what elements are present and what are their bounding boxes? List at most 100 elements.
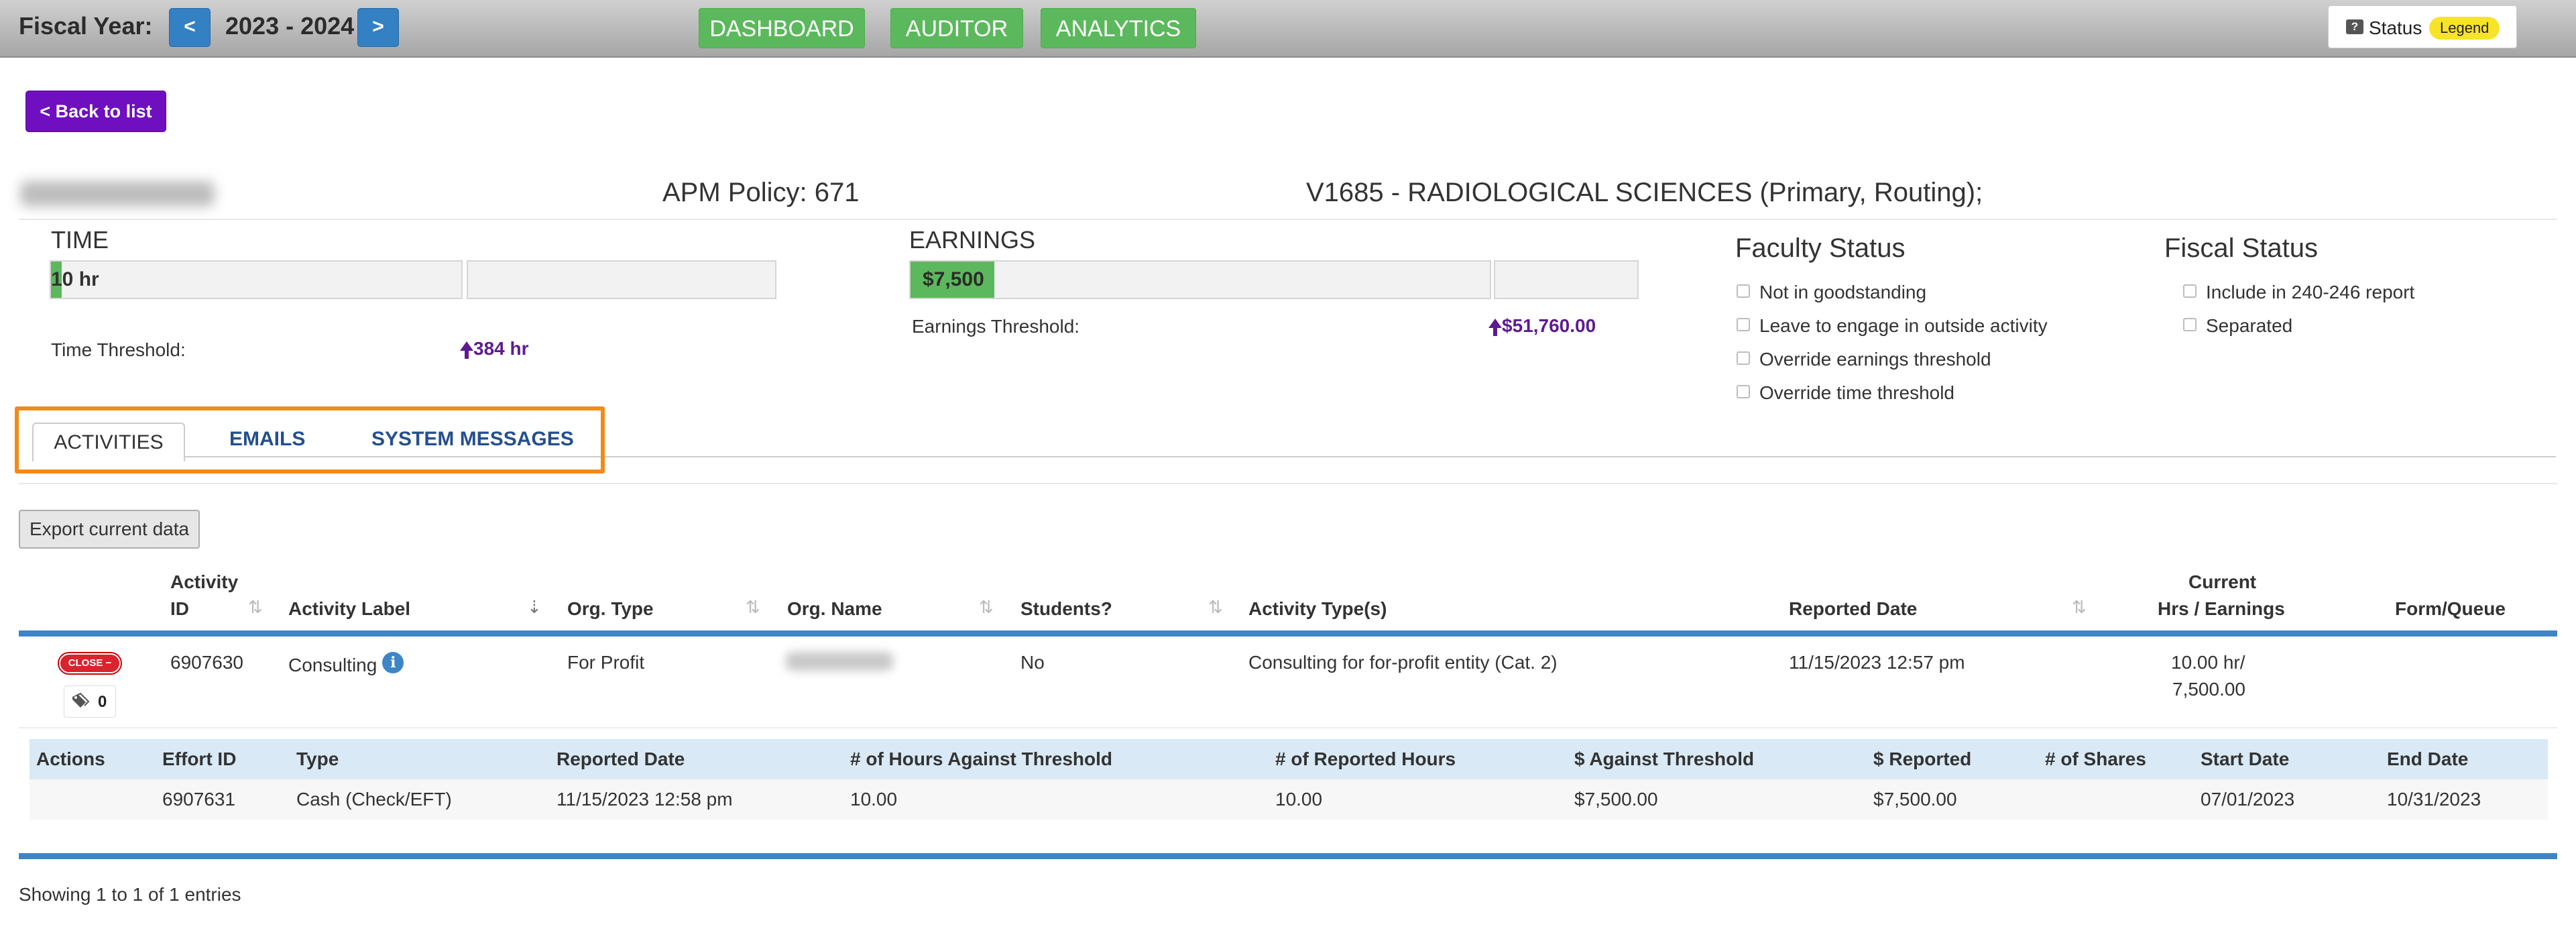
table-footer-rule (19, 853, 2557, 859)
sort-icon[interactable]: ⇅ (979, 597, 994, 618)
org-name-redacted (786, 652, 893, 671)
col-org-name[interactable]: Org. Name (787, 598, 882, 620)
effort-col-actions: Actions (36, 749, 105, 769)
checkbox[interactable] (2183, 317, 2197, 331)
checkbox-label: Override earnings threshold (1759, 349, 1991, 370)
earnings-value: $7,500 (923, 268, 984, 290)
time-progress-remaining (467, 260, 776, 299)
department: V1685 - RADIOLOGICAL SCIENCES (Primary, … (1306, 178, 1983, 207)
checkbox-label: Include in 240-246 report (2206, 282, 2415, 302)
effort-hours-against: 10.00 (850, 789, 898, 810)
tag-count: 0 (98, 693, 107, 711)
effort-col-type: Type (296, 749, 339, 769)
students-value: No (1020, 652, 1045, 673)
info-icon[interactable]: i (382, 652, 404, 673)
activity-label: Consulting (288, 655, 377, 675)
time-progress-bar (50, 260, 463, 299)
time-title: TIME (51, 226, 109, 254)
effort-col-dollars-reported: $ Reported (1873, 749, 1972, 769)
col-activity-types: Activity Type(s) (1248, 598, 1387, 619)
fiscal-status-title: Fiscal Status (2164, 233, 2318, 263)
faculty-status-title: Faculty Status (1735, 233, 1906, 263)
checkbox[interactable] (2183, 284, 2197, 298)
effort-start-date: 07/01/2023 (2201, 789, 2295, 810)
prev-year-button[interactable]: < (169, 8, 211, 47)
earnings-progress-remaining (1494, 260, 1639, 299)
col-reported-date[interactable]: Reported Date (1789, 598, 1917, 620)
checkbox[interactable] (1737, 284, 1750, 298)
effort-col-dollars-against: $ Against Threshold (1574, 749, 1755, 769)
dashboard-button[interactable]: DASHBOARD (699, 8, 865, 48)
checkbox[interactable] (1737, 351, 1750, 365)
row-separator (19, 727, 2557, 728)
auditor-button[interactable]: AUDITOR (890, 8, 1023, 48)
checkbox-label: Not in goodstanding (1759, 282, 1927, 302)
effort-col-reported-hours: # of Reported Hours (1275, 749, 1456, 769)
current-earnings: 7,500.00 (2172, 679, 2245, 700)
activity-label-cell: Consulting i (288, 652, 404, 677)
activity-types-value: Consulting for for-profit entity (Cat. 2… (1248, 652, 1558, 673)
time-threshold-text: 384 hr (473, 338, 529, 359)
effort-col-reported-date: Reported Date (557, 749, 685, 769)
close-button[interactable]: CLOSE − (59, 653, 121, 673)
earnings-threshold-text: $51,760.00 (1502, 315, 1596, 336)
effort-end-date: 10/31/2023 (2387, 789, 2481, 810)
sort-icon[interactable]: ⇅ (1208, 597, 1223, 618)
fiscal-year-label: Fiscal Year: (19, 12, 153, 40)
earnings-threshold-label: Earnings Threshold: (912, 316, 1080, 337)
tags-button[interactable]: 0 (64, 685, 116, 718)
faculty-name-redacted (20, 181, 215, 207)
fiscal-year-value: 2023 - 2024 (225, 12, 355, 40)
checkbox-label: Override time threshold (1759, 382, 1955, 403)
legend-badge: Legend (2429, 17, 2500, 40)
analytics-button[interactable]: ANALYTICS (1041, 8, 1196, 48)
export-current-data-button[interactable]: Export current data (19, 510, 200, 549)
tag-icon (72, 693, 90, 708)
effort-dollars-reported: $7,500.00 (1873, 789, 1957, 810)
status-legend-button[interactable]: ? Status Legend (2328, 5, 2517, 48)
entries-summary: Showing 1 to 1 of 1 entries (19, 884, 241, 905)
sort-icon[interactable]: ⇅ (248, 597, 263, 618)
checkbox-override-earnings[interactable]: Override earnings threshold (1737, 349, 1991, 370)
effort-col-shares: # of Shares (2045, 749, 2146, 769)
col-org-type[interactable]: Org. Type (567, 598, 654, 620)
back-to-list-button[interactable]: < Back to list (25, 91, 166, 132)
col-current-line2: Hrs / Earnings (2158, 598, 2285, 619)
checkbox-override-time[interactable]: Override time threshold (1737, 382, 1954, 404)
apm-policy: APM Policy: 671 (662, 178, 860, 207)
divider (19, 483, 2557, 484)
question-icon: ? (2346, 19, 2363, 34)
effort-id: 6907631 (162, 789, 236, 810)
sort-icon[interactable]: ⇅ (746, 597, 760, 618)
col-activity-id-line1: Activity (170, 571, 239, 592)
checkbox-label: Separated (2206, 315, 2293, 336)
time-value: 10 hr (51, 268, 99, 290)
checkbox-include-report[interactable]: Include in 240-246 report (2183, 282, 2414, 303)
time-threshold-label: Time Threshold: (51, 339, 186, 360)
col-students[interactable]: Students? (1020, 598, 1112, 620)
arrow-up-icon (1488, 318, 1502, 337)
top-bar: Fiscal Year: < 2023 - 2024 > DASHBOARD A… (0, 0, 2576, 58)
checkbox-leave-outside-activity[interactable]: Leave to engage in outside activity (1737, 315, 2048, 337)
tabs-highlight-box (15, 406, 605, 474)
effort-col-effort-id: Effort ID (162, 749, 237, 769)
col-current-line1: Current (2188, 571, 2257, 592)
sort-icon[interactable]: ⇅ (2072, 597, 2087, 618)
sort-desc-icon[interactable]: ⇣ (527, 597, 542, 618)
table-header-rule (19, 630, 2557, 636)
checkbox[interactable] (1737, 384, 1750, 398)
earnings-title: EARNINGS (909, 226, 1036, 254)
checkbox-not-in-goodstanding[interactable]: Not in goodstanding (1737, 282, 1926, 303)
checkbox[interactable] (1737, 317, 1750, 331)
reported-date-value: 11/15/2023 12:57 pm (1789, 652, 1965, 673)
org-type: For Profit (567, 652, 645, 673)
col-activity-label[interactable]: Activity Label (288, 598, 410, 620)
next-year-button[interactable]: > (357, 8, 399, 47)
effort-col-hours-against: # of Hours Against Threshold (850, 749, 1112, 769)
effort-col-end-date: End Date (2387, 749, 2469, 769)
checkbox-label: Leave to engage in outside activity (1759, 315, 2048, 336)
checkbox-separated[interactable]: Separated (2183, 315, 2292, 337)
effort-type: Cash (Check/EFT) (296, 789, 452, 810)
col-activity-id-line2[interactable]: ID (170, 598, 189, 620)
effort-reported-date: 11/15/2023 12:58 pm (557, 789, 733, 810)
